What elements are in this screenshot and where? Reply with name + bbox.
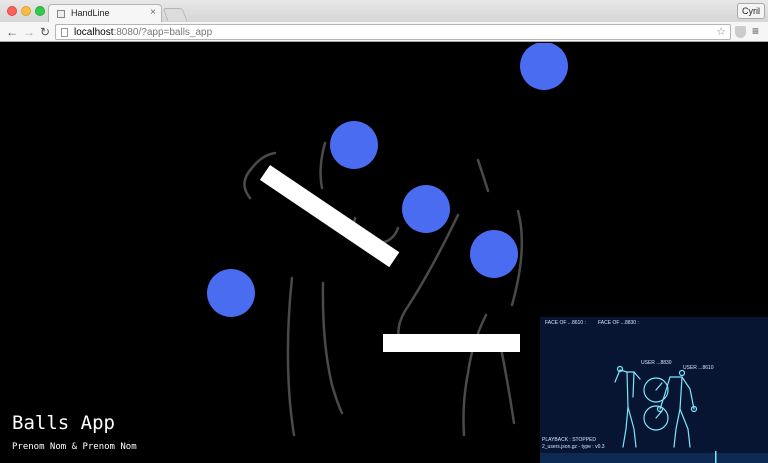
page-icon (61, 28, 68, 37)
page-icon (57, 10, 65, 18)
url-text[interactable]: localhost:8080/?app=balls_app (74, 26, 212, 39)
profile-button[interactable]: Cyril (737, 3, 765, 19)
ball-5 (207, 269, 255, 317)
app-subtitle: Prenom Nom & Prenom Nom (12, 442, 137, 452)
figure-left-leg-2 (321, 281, 344, 415)
new-tab-button[interactable] (162, 8, 188, 21)
hamburger-icon[interactable]: ≡ (752, 24, 759, 38)
url-host: localhost (74, 27, 114, 38)
url-path: :8080/?app=balls_app (113, 27, 213, 38)
close-window-button[interactable] (7, 6, 17, 16)
tab-handline[interactable]: HandLine × (48, 4, 162, 23)
tab-title: HandLine (71, 8, 110, 18)
app-canvas[interactable]: Balls App Prenom Nom & Prenom Nom FACE O… (0, 43, 768, 463)
figure-right-leg-1 (462, 313, 488, 437)
tab-close-icon[interactable]: × (150, 7, 156, 18)
browser-window: HandLine × Cyril ← → ↻ localhost:8080/?a… (0, 0, 768, 463)
shield-icon[interactable] (735, 26, 746, 38)
star-icon[interactable]: ☆ (716, 25, 726, 38)
arrow-left-icon[interactable]: ← (6, 24, 18, 40)
ball-2 (330, 121, 378, 169)
figure-right-torso-1 (397, 213, 460, 345)
skeleton-user-1 (614, 365, 641, 448)
ball-4 (470, 230, 518, 278)
arrow-right-icon[interactable]: → (23, 24, 35, 40)
minimize-window-button[interactable] (21, 6, 31, 16)
skeletons (614, 365, 698, 448)
bar-diagonal (259, 165, 400, 268)
zoom-window-button[interactable] (35, 6, 45, 16)
address-bar[interactable]: localhost:8080/?app=balls_app ☆ (55, 24, 731, 40)
playback-cursor[interactable] (715, 451, 717, 463)
skeleton-head-2 (678, 369, 686, 377)
ball-1 (520, 43, 568, 90)
debug-overlay[interactable]: FACE OF ...8610 : FACE OF ...8830 : USER… (540, 317, 768, 463)
figure-left-neck (319, 141, 327, 190)
bar-horizontal (383, 334, 520, 352)
ball-3 (402, 185, 450, 233)
playback-timeline[interactable] (540, 453, 768, 463)
title-bar: HandLine × Cyril (0, 0, 768, 23)
figure-right-head (476, 158, 490, 193)
figure-right-leg-2 (498, 341, 516, 425)
figure-left-leg-1 (286, 276, 296, 437)
browser-toolbar: ← → ↻ localhost:8080/?app=balls_app ☆ ≡ (0, 22, 768, 42)
app-title: Balls App (12, 412, 115, 434)
reload-icon[interactable]: ↻ (40, 24, 50, 40)
skeleton-view (540, 365, 768, 463)
